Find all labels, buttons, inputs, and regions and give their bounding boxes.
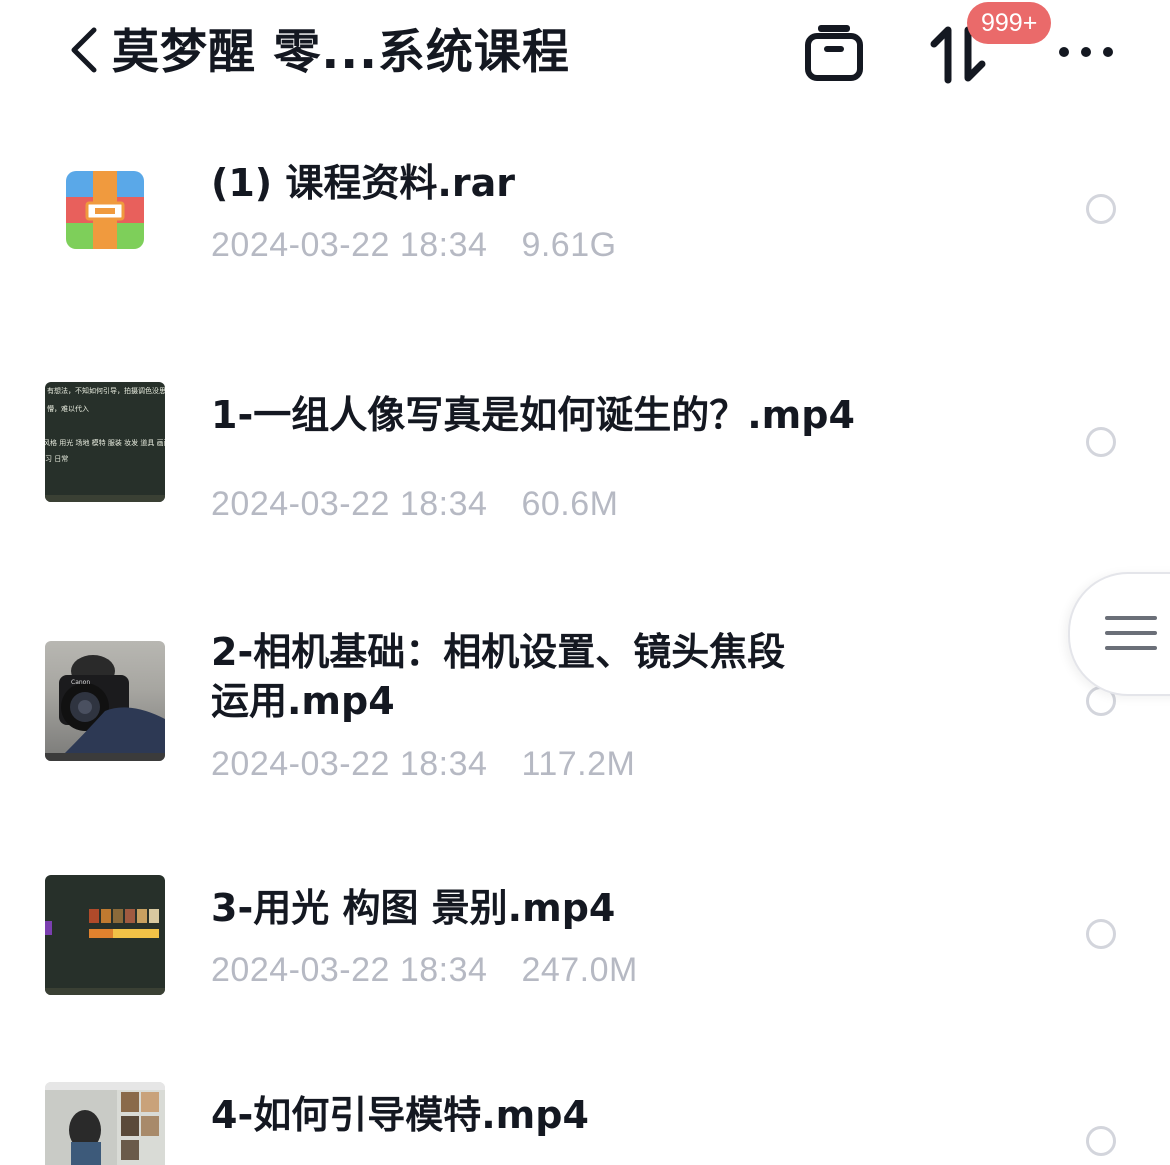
file-date: 2024-03-22 18:34	[211, 226, 488, 264]
file-size: 9.61G	[521, 226, 617, 264]
file-name: 3-用光 构图 景别.mp4	[211, 886, 616, 930]
transfer-list-button[interactable]	[804, 22, 864, 82]
thumbnail-caption: 有想法，不知如何引导，拍摄调色没思路	[47, 387, 165, 395]
back-button[interactable]	[62, 22, 110, 78]
video-thumbnail	[45, 1082, 165, 1165]
thumbnail-caption: 习 日常	[45, 455, 69, 463]
file-size: 60.6M	[521, 485, 619, 523]
select-radio[interactable]	[1086, 427, 1116, 457]
select-radio[interactable]	[1086, 1126, 1116, 1156]
camera-photo	[45, 655, 165, 761]
video-thumbnail: 有想法，不知如何引导，拍摄调色没思路 懵，难以代入 风格 用光 场地 模特 服装…	[45, 382, 165, 502]
select-radio[interactable]	[1086, 194, 1116, 224]
camera-brand-label: Canon	[71, 679, 91, 686]
video-thumbnail: Canon	[45, 641, 165, 761]
more-icon	[1059, 47, 1113, 57]
menu-icon	[1105, 616, 1157, 620]
file-name: 4-如何引导模特.mp4	[211, 1093, 589, 1137]
list-item[interactable]: 3-用光 构图 景别.mp4 2024-03-22 18:34 247.0M	[0, 865, 1170, 1025]
menu-icon-line	[1105, 631, 1157, 635]
file-meta: 2024-03-22 18:34 9.61G	[211, 226, 617, 265]
archive-file-icon	[66, 171, 144, 249]
file-name: (1) 课程资料.rar	[211, 161, 515, 205]
file-meta: 2024-03-22 18:34 247.0M	[211, 951, 638, 990]
file-name: 2-相机基础：相机设置、镜头焦段	[211, 630, 786, 674]
file-meta: 2024-03-22 18:34 60.6M	[211, 485, 618, 524]
list-item[interactable]: 4-如何引导模特.mp4	[0, 1075, 1170, 1165]
menu-icon-line	[1105, 646, 1157, 650]
file-date: 2024-03-22 18:34	[211, 745, 488, 783]
transfer-list-icon	[805, 25, 863, 81]
more-button[interactable]	[1056, 40, 1116, 64]
page-title: 莫梦醒 零...系统课程	[112, 25, 570, 80]
top-bar: 莫梦醒 零...系统课程 999+	[0, 0, 1170, 110]
file-name: 1-一组人像写真是如何诞生的？.mp4	[211, 393, 855, 437]
notification-badge: 999+	[967, 2, 1052, 44]
file-size: 247.0M	[521, 951, 638, 989]
back-chevron-icon	[71, 27, 97, 73]
file-name: 运用.mp4	[211, 679, 395, 723]
select-radio[interactable]	[1086, 919, 1116, 949]
thumbnail-caption: 懵，难以代入	[47, 405, 89, 413]
file-date: 2024-03-22 18:34	[211, 485, 488, 523]
portrait-screenshot-art	[45, 1082, 165, 1165]
list-item[interactable]: 有想法，不知如何引导，拍摄调色没思路 懵，难以代入 风格 用光 场地 模特 服装…	[0, 370, 1170, 540]
file-date: 2024-03-22 18:34	[211, 951, 488, 989]
list-item[interactable]: (1) 课程资料.rar 2024-03-22 18:34 9.61G	[0, 140, 1170, 310]
list-item[interactable]: Canon 2-相机基础：相机设置、镜头焦段 运用.mp4 2024-03-22…	[0, 625, 1170, 795]
slide-thumbnail-art	[45, 909, 165, 995]
video-thumbnail	[45, 875, 165, 995]
file-size: 117.2M	[521, 745, 636, 783]
file-meta: 2024-03-22 18:34 117.2M	[211, 745, 635, 784]
thumbnail-caption: 风格 用光 场地 模特 服装 妆发 道具 画面组	[45, 439, 165, 447]
